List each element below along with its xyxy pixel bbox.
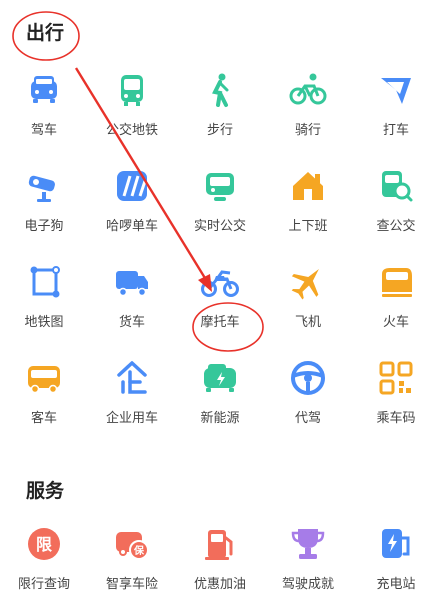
grid-item-label: 代驾	[294, 411, 321, 426]
bike-icon	[288, 70, 328, 110]
grid-item-steering-wheel[interactable]: 代驾	[264, 358, 352, 442]
grid-item-new-energy[interactable]: 新能源	[176, 358, 264, 442]
grid-item-label: 限行查询	[17, 577, 70, 592]
car-icon	[24, 70, 64, 110]
commute-icon	[288, 166, 328, 206]
grid-item-train[interactable]: 火车	[352, 262, 440, 346]
grid-item-label: 摩托车	[200, 315, 240, 330]
grid-item-label: 智享车险	[105, 577, 158, 592]
metro-map-icon	[24, 262, 64, 302]
charging-station-icon	[376, 524, 416, 564]
insurance-icon: 保	[112, 524, 152, 564]
enterprise-car-icon	[112, 358, 152, 398]
grid-item-bus[interactable]: 公交地铁	[88, 70, 176, 154]
grid-item-coach[interactable]: 客车	[0, 358, 88, 442]
grid-item-restriction[interactable]: 限限行查询	[0, 524, 88, 608]
grid-item-label: 驾车	[30, 123, 57, 138]
airplane-icon	[288, 262, 328, 302]
grid-item-label: 地铁图	[24, 315, 64, 330]
grid-item-truck[interactable]: 货车	[88, 262, 176, 346]
grid-item-insurance[interactable]: 保智享车险	[88, 524, 176, 608]
travel-section-title: 出行	[26, 22, 65, 44]
grid-item-label: 火车	[382, 315, 409, 330]
grid-item-hello-bike[interactable]: 哈啰单车	[88, 166, 176, 250]
grid-item-label: 新能源	[200, 411, 240, 426]
svg-text:限: 限	[36, 535, 53, 554]
grid-item-label: 哈啰单车	[105, 219, 158, 234]
grid-item-charging-station[interactable]: 充电站	[352, 524, 440, 608]
grid-item-enterprise-car[interactable]: 企业用车	[88, 358, 176, 442]
hello-bike-icon	[112, 166, 152, 206]
grid-item-walk[interactable]: 步行	[176, 70, 264, 154]
grid-item-airplane[interactable]: 飞机	[264, 262, 352, 346]
grid-item-label: 实时公交	[193, 219, 246, 234]
grid-item-label: 电子狗	[24, 219, 64, 234]
grid-item-realtime-bus[interactable]: 实时公交	[176, 166, 264, 250]
grid-item-label: 企业用车	[105, 411, 158, 426]
grid-item-taxi[interactable]: 打车	[352, 70, 440, 154]
bus-icon	[112, 70, 152, 110]
search-bus-icon	[376, 166, 416, 206]
grid-item-bike[interactable]: 骑行	[264, 70, 352, 154]
trophy-icon	[288, 524, 328, 564]
grid-item-trophy[interactable]: 驾驶成就	[264, 524, 352, 608]
grid-item-label: 驾驶成就	[281, 577, 334, 592]
grid-item-label: 打车	[382, 123, 409, 138]
grid-item-label: 骑行	[294, 123, 321, 138]
grid-item-motorcycle[interactable]: 摩托车	[176, 262, 264, 346]
grid-item-label: 公交地铁	[105, 123, 158, 138]
grid-item-camera[interactable]: 电子狗	[0, 166, 88, 250]
grid-item-metro-map[interactable]: 地铁图	[0, 262, 88, 346]
grid-item-commute[interactable]: 上下班	[264, 166, 352, 250]
grid-item-fuel[interactable]: 优惠加油	[176, 524, 264, 608]
services-section-title: 服务	[26, 480, 65, 502]
svg-text:保: 保	[133, 544, 145, 557]
train-icon	[376, 262, 416, 302]
grid-item-car[interactable]: 驾车	[0, 70, 88, 154]
grid-item-label: 优惠加油	[193, 577, 246, 592]
grid-item-label: 乘车码	[376, 411, 416, 426]
grid-item-search-bus[interactable]: 查公交	[352, 166, 440, 250]
fuel-icon	[200, 524, 240, 564]
realtime-bus-icon	[200, 166, 240, 206]
truck-icon	[112, 262, 152, 302]
walk-icon	[200, 70, 240, 110]
grid-item-label: 充电站	[376, 577, 416, 592]
grid-item-ride-code[interactable]: 乘车码	[352, 358, 440, 442]
grid-item-label: 上下班	[288, 219, 328, 234]
steering-wheel-icon	[288, 358, 328, 398]
coach-icon	[24, 358, 64, 398]
grid-item-label: 查公交	[376, 219, 416, 234]
restriction-icon: 限	[24, 524, 64, 564]
grid-item-label: 客车	[30, 411, 57, 426]
grid-item-label: 飞机	[294, 315, 321, 330]
camera-icon	[24, 166, 64, 206]
motorcycle-icon	[200, 262, 240, 302]
grid-item-label: 货车	[118, 315, 145, 330]
ride-code-icon	[376, 358, 416, 398]
grid-item-label: 步行	[206, 123, 233, 138]
taxi-icon	[376, 70, 416, 110]
new-energy-icon	[200, 358, 240, 398]
